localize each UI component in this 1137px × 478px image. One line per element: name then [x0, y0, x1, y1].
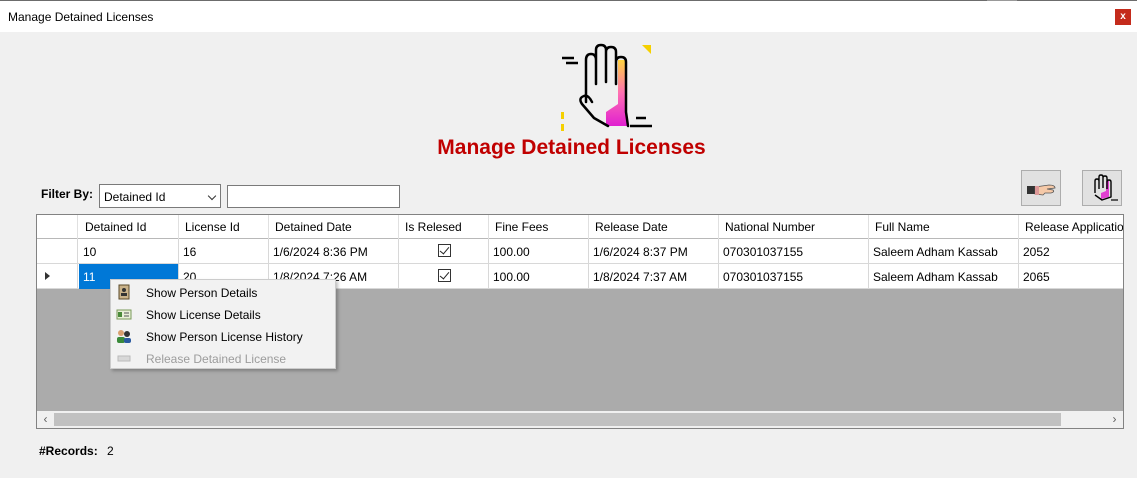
context-menu: Show Person Details Show License Details…	[110, 279, 336, 369]
column-header-is-released[interactable]: Is Relesed	[399, 215, 489, 239]
license-icon	[116, 309, 132, 320]
menu-item-label: Show License Details	[146, 308, 261, 322]
cell-fine-fees[interactable]: 100.00	[489, 239, 589, 264]
column-header-fine-fees[interactable]: Fine Fees	[489, 215, 589, 239]
page-title: Manage Detained Licenses	[437, 136, 706, 159]
scroll-thumb[interactable]	[54, 413, 1061, 426]
window-title: Manage Detained Licenses	[8, 10, 154, 24]
menu-item-label: Show Person License History	[146, 330, 303, 344]
cell-license-id[interactable]: 16	[179, 239, 269, 264]
filter-label: Filter By:	[41, 187, 94, 201]
release-license-button[interactable]	[1021, 170, 1061, 206]
cell-release-application[interactable]: 2052	[1019, 239, 1123, 264]
filter-search-input[interactable]	[227, 185, 400, 208]
cell-release-date[interactable]: 1/8/2024 7:37 AM	[589, 264, 719, 289]
released-checkbox[interactable]	[438, 244, 451, 257]
scroll-right-icon[interactable]: ›	[1106, 411, 1123, 428]
close-button[interactable]: x	[1115, 9, 1131, 25]
cell-detained-id[interactable]: 10	[79, 239, 179, 264]
cell-fine-fees[interactable]: 100.00	[489, 264, 589, 289]
header-corner	[37, 215, 78, 239]
person-card-icon	[118, 284, 130, 300]
cell-full-name[interactable]: Saleem Adham Kassab	[869, 239, 1019, 264]
current-row-arrow-icon	[45, 272, 50, 280]
menu-item-show-license-details[interactable]: Show License Details	[111, 303, 335, 325]
detain-hand-icon	[1094, 174, 1118, 201]
column-header-release-application[interactable]: Release Applicatio	[1019, 215, 1123, 239]
horizontal-scrollbar[interactable]: ‹ ›	[37, 411, 1123, 428]
filter-by-select[interactable]: Detained Id	[99, 184, 221, 208]
cell-is-released[interactable]	[399, 239, 489, 264]
table-row[interactable]: 10 16 1/6/2024 8:36 PM 100.00 1/6/2024 8…	[37, 239, 1123, 264]
menu-item-label: Release Detained License	[146, 352, 287, 366]
menu-item-show-person-license-history[interactable]: Show Person License History	[111, 325, 335, 347]
menu-item-label: Show Person Details	[146, 286, 258, 300]
detained-hand-logo-icon	[556, 42, 656, 134]
records-count: 2	[107, 444, 114, 458]
release-hand-icon	[1027, 184, 1056, 196]
scroll-left-icon[interactable]: ‹	[37, 411, 54, 428]
grid-header: Detained Id License Id Detained Date Is …	[37, 215, 1123, 239]
people-icon	[117, 330, 131, 343]
column-header-full-name[interactable]: Full Name	[869, 215, 1019, 239]
cell-national-number[interactable]: 070301037155	[719, 239, 869, 264]
row-header[interactable]	[37, 264, 78, 289]
chevron-down-icon	[207, 191, 217, 201]
column-header-detained-id[interactable]: Detained Id	[79, 215, 179, 239]
cell-release-application[interactable]: 2065	[1019, 264, 1123, 289]
filter-selected-value: Detained Id	[104, 190, 166, 204]
records-label: #Records:	[39, 444, 98, 458]
detain-license-button[interactable]	[1082, 170, 1122, 206]
title-bar: Manage Detained Licenses x	[0, 0, 1137, 32]
menu-item-show-person-details[interactable]: Show Person Details	[111, 281, 335, 303]
column-header-license-id[interactable]: License Id	[179, 215, 269, 239]
menu-item-release-detained-license: Release Detained License	[111, 347, 335, 369]
released-checkbox[interactable]	[438, 269, 451, 282]
release-icon	[117, 355, 131, 362]
column-header-national-number[interactable]: National Number	[719, 215, 869, 239]
column-header-release-date[interactable]: Release Date	[589, 215, 719, 239]
row-header[interactable]	[37, 239, 78, 264]
cell-detained-date[interactable]: 1/6/2024 8:36 PM	[269, 239, 399, 264]
cell-release-date[interactable]: 1/6/2024 8:37 PM	[589, 239, 719, 264]
title-bar-edge	[987, 0, 1017, 1]
cell-national-number[interactable]: 070301037155	[719, 264, 869, 289]
cell-full-name[interactable]: Saleem Adham Kassab	[869, 264, 1019, 289]
cell-is-released[interactable]	[399, 264, 489, 289]
column-header-detained-date[interactable]: Detained Date	[269, 215, 399, 239]
